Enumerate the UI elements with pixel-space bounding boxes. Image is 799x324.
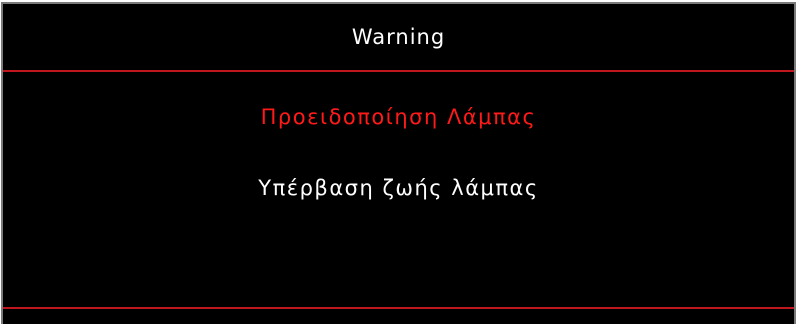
lamp-life-exceeded-message: Υπέρβαση ζωής λάμπας xyxy=(258,176,539,200)
dialog-header: Warning xyxy=(3,4,794,70)
dialog-title: Warning xyxy=(351,24,446,49)
lamp-warning-heading: Προειδοποίηση Λάμπας xyxy=(260,105,537,129)
footer-divider xyxy=(3,307,794,309)
warning-dialog: Warning Προειδοποίηση Λάμπας Υπέρβαση ζω… xyxy=(1,2,796,324)
dialog-body: Προειδοποίηση Λάμπας Υπέρβαση ζωής λάμπα… xyxy=(3,72,794,307)
